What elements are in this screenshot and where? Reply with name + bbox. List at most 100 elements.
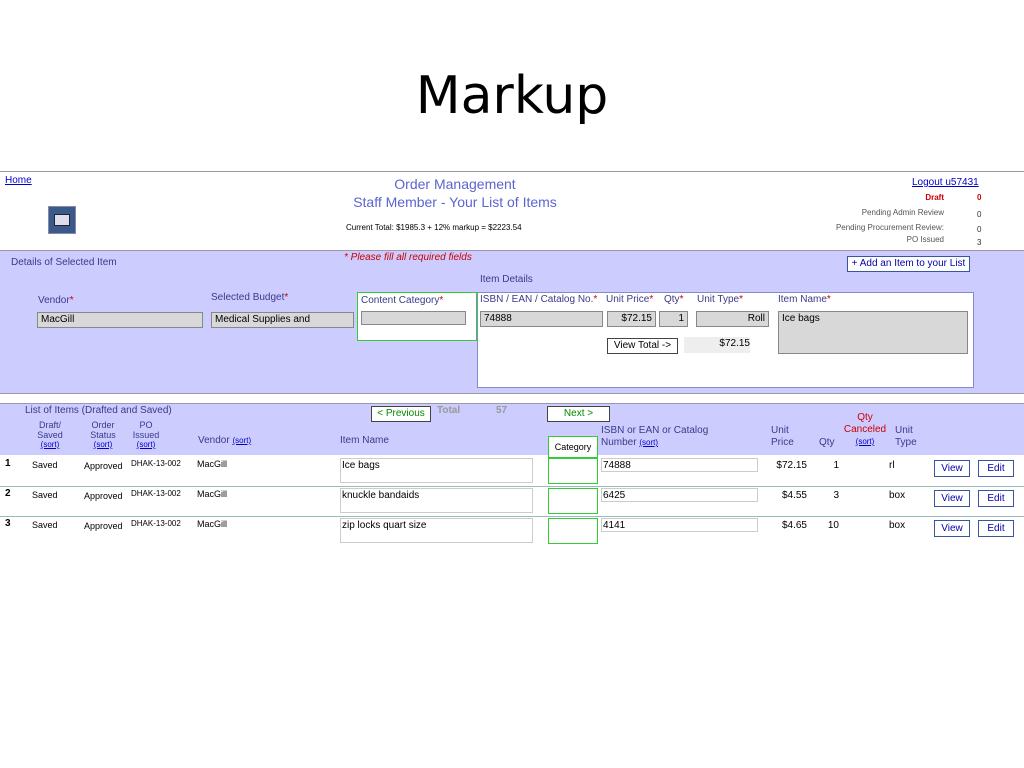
stat-admin-review-value: 0: [977, 210, 982, 219]
row-saved: Saved: [32, 460, 58, 470]
row-po: DHAK-13-002: [131, 489, 181, 498]
row-qty: 10: [827, 520, 839, 531]
row-price: $4.65: [781, 520, 807, 531]
row-po: DHAK-13-002: [131, 519, 181, 528]
row-saved: Saved: [32, 490, 58, 500]
stat-po-issued-value: 3: [977, 238, 982, 247]
row-unit-type: rl: [889, 460, 895, 471]
row-unit-type: box: [889, 520, 906, 531]
row-status: Approved: [84, 521, 123, 531]
total-label: Total: [437, 405, 461, 416]
row-number: 3: [5, 518, 11, 529]
table-row[interactable]: 1 Saved Approved DHAK-13-002 MacGill Ice…: [0, 456, 1024, 486]
details-section-label: Details of Selected Item: [11, 257, 117, 268]
row-category[interactable]: [548, 488, 598, 514]
col-po-issued: PO Issued (sort): [132, 420, 160, 449]
row-category[interactable]: [548, 458, 598, 484]
item-name-field[interactable]: Ice bags: [778, 311, 968, 354]
row-number: 2: [5, 488, 11, 499]
stat-procurement-value: 0: [977, 225, 982, 234]
row-status: Approved: [84, 461, 123, 471]
view-button[interactable]: View: [934, 490, 970, 507]
col-qty: Qty: [819, 437, 835, 448]
col-qty-canceled: Qty Canceled (sort): [843, 412, 887, 446]
edit-button[interactable]: Edit: [978, 490, 1014, 507]
computer-logo-icon: [48, 206, 76, 234]
col-category: Category: [548, 436, 598, 458]
current-total: Current Total: $1985.3 + 12% markup = $2…: [346, 223, 522, 232]
order-management-app: Home Order Management Staff Member - You…: [0, 171, 1024, 551]
row-vendor: MacGill: [197, 459, 228, 469]
row-price: $72.15: [776, 460, 807, 471]
required-note: * Please fill all required fields: [344, 252, 472, 263]
col-draft-saved: Draft/ Saved (sort): [37, 420, 63, 449]
add-item-button[interactable]: + Add an Item to your List: [847, 256, 970, 272]
row-item-name: Ice bags: [342, 460, 380, 471]
top-divider: [0, 171, 1024, 172]
stat-procurement-label: Pending Procurement Review:: [835, 223, 944, 232]
content-category-label: Content Category*: [361, 295, 444, 306]
vendor-label: Vendor*: [38, 295, 74, 306]
logout-link[interactable]: Logout u57431: [912, 177, 979, 188]
view-total-value: $72.15: [684, 337, 750, 353]
isbn-field[interactable]: 74888: [480, 311, 603, 327]
row-item-name: zip locks quart size: [342, 520, 427, 531]
row-isbn: 74888: [603, 460, 631, 471]
row-qty: 3: [833, 490, 839, 501]
home-link[interactable]: Home: [5, 175, 32, 186]
isbn-label: ISBN / EAN / Catalog No.*: [480, 294, 598, 305]
unit-price-field[interactable]: $72.15: [607, 311, 656, 327]
stat-po-issued-label: PO Issued: [906, 235, 944, 244]
edit-button[interactable]: Edit: [978, 460, 1014, 477]
row-isbn: 4141: [603, 520, 626, 531]
stat-draft-value: 0: [977, 193, 982, 202]
stat-draft-label: Draft: [925, 193, 944, 202]
col-unit-type: Unit Type: [895, 425, 917, 448]
item-fields-box: ISBN / EAN / Catalog No.* 74888 Unit Pri…: [477, 292, 974, 388]
view-button[interactable]: View: [934, 460, 970, 477]
item-name-label: Item Name*: [778, 294, 831, 305]
row-vendor: MacGill: [197, 519, 228, 529]
table-row[interactable]: 3 Saved Approved DHAK-13-002 MacGill zip…: [0, 516, 1024, 546]
table-row[interactable]: 2 Saved Approved DHAK-13-002 MacGill knu…: [0, 486, 1024, 516]
col-item-name: Item Name: [340, 435, 389, 446]
budget-label: Selected Budget*: [211, 292, 289, 303]
budget-select[interactable]: Medical Supplies and: [211, 312, 354, 328]
col-unit-price: Unit Price: [771, 425, 794, 448]
list-title: List of Items (Drafted and Saved): [25, 405, 172, 416]
edit-button[interactable]: Edit: [978, 520, 1014, 537]
stat-admin-review-label: Pending Admin Review: [861, 208, 944, 217]
row-number: 1: [5, 458, 11, 469]
row-unit-type: box: [889, 490, 906, 501]
view-button[interactable]: View: [934, 520, 970, 537]
content-category-field[interactable]: [361, 311, 466, 325]
row-status: Approved: [84, 491, 123, 501]
row-price: $4.55: [781, 490, 807, 501]
total-count: 57: [496, 405, 508, 416]
items-list-header: List of Items (Drafted and Saved) < Prev…: [0, 403, 1024, 458]
row-po: DHAK-13-002: [131, 459, 181, 468]
col-vendor: Vendor (sort): [198, 435, 252, 446]
view-total-button[interactable]: View Total ->: [607, 338, 678, 354]
app-title: Order Management: [394, 176, 516, 192]
unit-type-field[interactable]: Roll: [696, 311, 769, 327]
next-button[interactable]: Next >: [547, 406, 610, 422]
qty-field[interactable]: 1: [659, 311, 688, 327]
page-subtitle: Staff Member - Your List of Items: [353, 194, 557, 210]
row-isbn: 6425: [603, 490, 626, 501]
row-saved: Saved: [32, 520, 58, 530]
qty-label: Qty*: [664, 294, 684, 305]
col-order-status: Order Status (sort): [90, 420, 116, 449]
row-category[interactable]: [548, 518, 598, 544]
col-isbn: ISBN or EAN or Catalog Number (sort): [601, 425, 709, 448]
vendor-field[interactable]: MacGill: [37, 312, 203, 328]
unit-type-label: Unit Type*: [697, 294, 743, 305]
row-vendor: MacGill: [197, 489, 228, 499]
row-item-name: knuckle bandaids: [342, 490, 420, 501]
previous-button[interactable]: < Previous: [371, 406, 431, 422]
unit-price-label: Unit Price*: [606, 294, 654, 305]
row-qty: 1: [833, 460, 839, 471]
item-details-label: Item Details: [480, 274, 533, 285]
slide-title: Markup: [415, 66, 609, 126]
content-category-box: Content Category*: [357, 292, 477, 341]
